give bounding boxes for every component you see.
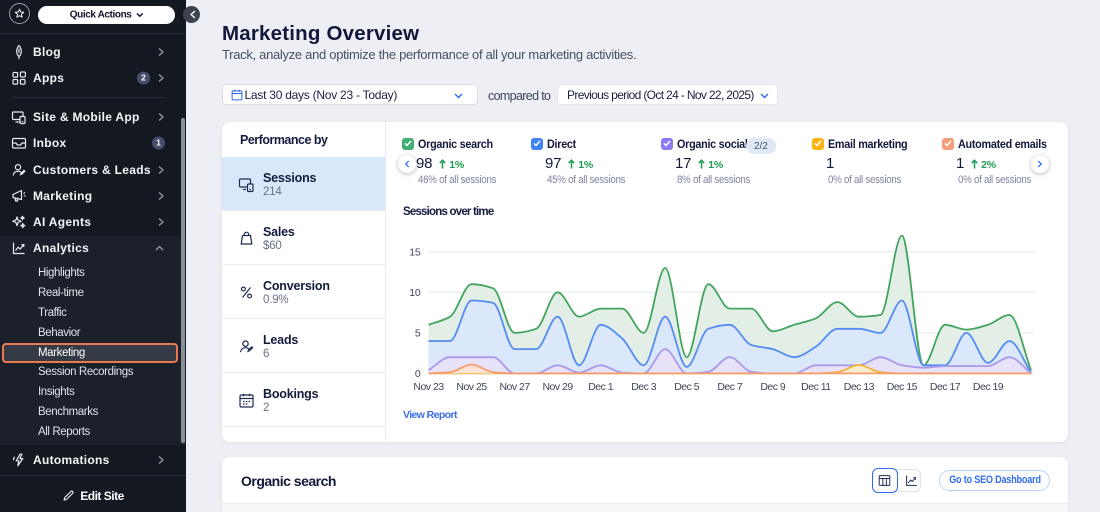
svg-text:Dec 7: Dec 7 <box>717 381 743 393</box>
svg-text:Dec 5: Dec 5 <box>674 381 700 393</box>
svg-text:Dec 13: Dec 13 <box>844 381 875 393</box>
svg-text:Nov 29: Nov 29 <box>542 381 573 393</box>
svg-text:Dec 3: Dec 3 <box>631 381 657 393</box>
svg-text:Nov 25: Nov 25 <box>456 381 487 393</box>
svg-text:Nov 27: Nov 27 <box>499 381 530 393</box>
svg-text:Nov 23: Nov 23 <box>413 381 444 393</box>
svg-text:Dec 9: Dec 9 <box>760 381 786 393</box>
svg-text:15: 15 <box>409 246 421 258</box>
svg-text:10: 10 <box>409 287 421 299</box>
svg-text:Dec 17: Dec 17 <box>930 381 961 393</box>
svg-text:5: 5 <box>415 327 421 339</box>
svg-text:Dec 19: Dec 19 <box>973 381 1004 393</box>
svg-text:Dec 15: Dec 15 <box>887 381 918 393</box>
svg-text:Dec 1: Dec 1 <box>588 381 614 393</box>
svg-text:0: 0 <box>415 368 421 380</box>
svg-text:Dec 11: Dec 11 <box>801 381 831 393</box>
